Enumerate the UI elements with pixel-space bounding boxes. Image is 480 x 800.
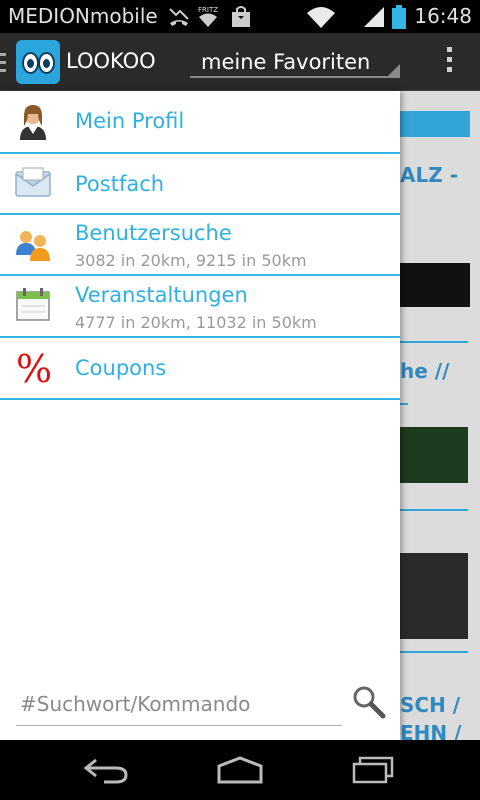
profile-person-icon — [20, 105, 46, 140]
drawer-item-label: Benutzersuche — [75, 221, 232, 245]
wifi-icon — [307, 7, 335, 28]
status-bar: MEDIONmobile FRITZ 16:48 — [0, 0, 480, 33]
drawer-item-label: Mein Profil — [75, 109, 185, 133]
overflow-menu-icon[interactable] — [444, 47, 454, 77]
app-title: LOOKOO — [66, 49, 156, 73]
signal-icon — [364, 7, 384, 27]
app-logo-icon[interactable] — [16, 40, 60, 84]
drawer-item-label: Postfach — [75, 172, 165, 196]
battery-icon — [392, 5, 406, 29]
users-group-icon — [16, 231, 50, 261]
mail-envelope-icon — [15, 167, 51, 197]
wifi-fritz-icon: FRITZ — [198, 6, 218, 27]
calendar-icon — [16, 288, 50, 321]
recent-apps-icon[interactable] — [348, 754, 398, 786]
event-thumbnail[interactable] — [400, 553, 468, 639]
content-snippet: ALZ - — [400, 163, 458, 187]
clock-time: 16:48 — [414, 4, 472, 28]
drawer-item-veranstaltungen[interactable]: Veranstaltungen 4777 in 20km, 11032 in 5… — [0, 276, 400, 338]
home-icon[interactable] — [215, 754, 265, 786]
action-bar: LOOKOO meine Favoriten — [0, 33, 480, 91]
svg-text:FRITZ: FRITZ — [198, 6, 218, 14]
drawer-item-subtitle: 4777 in 20km, 11032 in 50km — [75, 313, 317, 332]
content-header-bar — [400, 111, 470, 137]
spinner-dropdown-icon — [388, 64, 400, 76]
navigation-drawer: Mein Profil Postfach Benutzersuche 3082 … — [0, 91, 400, 740]
spinner-selected-value: meine Favoriten — [201, 50, 371, 74]
missed-call-icon — [169, 8, 189, 26]
search-input[interactable] — [16, 685, 342, 723]
drawer-item-postfach[interactable]: Postfach — [0, 154, 400, 215]
carrier-name: MEDIONmobile — [8, 4, 158, 28]
logo-left-eye — [22, 52, 39, 74]
content-divider — [400, 509, 468, 511]
content-snippet: SCH / — [400, 693, 461, 717]
drawer-item-label: Coupons — [75, 356, 167, 380]
drawer-item-subtitle: 3082 in 20km, 9215 in 50km — [75, 251, 307, 270]
content-divider — [400, 403, 408, 405]
shopping-bag-icon — [232, 6, 250, 27]
spinner-underline — [190, 76, 400, 78]
percent-icon: % — [16, 348, 52, 386]
favorites-spinner[interactable]: meine Favoriten — [190, 40, 400, 84]
drawer-item-profile[interactable]: Mein Profil — [0, 91, 400, 154]
drawer-item-label: Veranstaltungen — [75, 283, 248, 307]
drawer-indicator-icon[interactable] — [0, 53, 6, 73]
svg-text:%: % — [16, 348, 52, 386]
logo-right-eye — [38, 52, 55, 74]
content-divider — [400, 341, 468, 343]
back-icon[interactable] — [82, 754, 132, 786]
search-field — [16, 685, 342, 726]
event-thumbnail[interactable] — [400, 427, 468, 483]
drawer-item-benutzersuche[interactable]: Benutzersuche 3082 in 20km, 9215 in 50km — [0, 215, 400, 276]
search-icon[interactable] — [350, 683, 386, 719]
event-thumbnail[interactable] — [400, 263, 470, 307]
content-snippet: he // — [400, 359, 450, 383]
content-background — [400, 91, 480, 740]
drawer-item-coupons[interactable]: % Coupons — [0, 338, 400, 400]
system-navigation-bar — [0, 740, 480, 800]
content-divider — [400, 651, 468, 653]
